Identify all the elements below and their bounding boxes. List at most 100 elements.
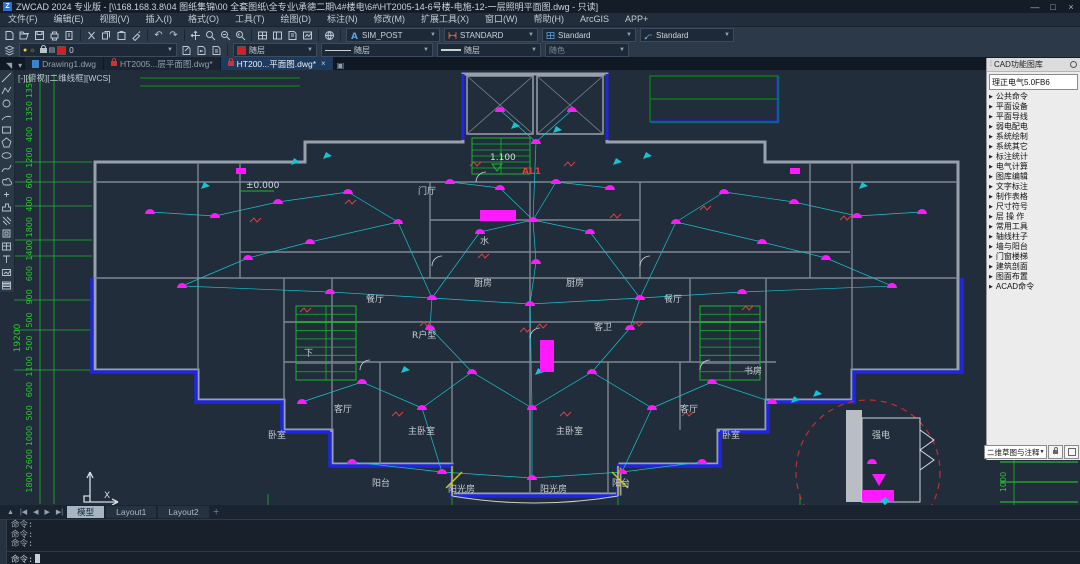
pushpin-icon[interactable] [1070, 61, 1077, 68]
menu-item[interactable]: 插入(I) [138, 13, 181, 26]
circle-icon[interactable] [0, 97, 13, 110]
menu-item[interactable]: 修改(M) [366, 13, 414, 26]
workspace-lock-button[interactable] [1048, 445, 1063, 459]
menu-item[interactable]: 绘图(D) [273, 13, 320, 26]
paste-icon[interactable] [114, 29, 129, 42]
viewport-controls[interactable]: [-][俯视][二维线框][WCS] [18, 72, 111, 84]
named-viewports-icon[interactable] [270, 29, 285, 42]
zoom-previous-icon[interactable] [233, 29, 248, 42]
undo-icon[interactable]: ↶ [151, 29, 166, 42]
add-layout-icon[interactable]: ＋ [210, 507, 223, 517]
sheet-set-icon[interactable] [285, 29, 300, 42]
layout-tab-模型[interactable]: 模型 [67, 506, 105, 518]
new-document-icon[interactable]: ▣ [334, 61, 348, 70]
mleader-style-combo[interactable]: Standard ▼ [640, 28, 734, 42]
close-tab-icon[interactable]: × [321, 59, 326, 68]
floor-plan-drawing[interactable]: ±0.000 1.100 AL1 19200 1000 X 门厅餐厅 厨房 厨房餐厅… [0, 70, 1080, 505]
menu-item[interactable]: 帮助(H) [526, 13, 573, 26]
tab-menu-icon[interactable]: ◥ [3, 61, 15, 70]
panel-item[interactable]: ▶ 图面布置 [989, 272, 1080, 282]
lineweight-combo[interactable]: 随层 ▼ [437, 43, 541, 57]
point-icon[interactable] [0, 188, 13, 201]
polygon-icon[interactable] [0, 136, 13, 149]
ellipse-icon[interactable] [0, 149, 13, 162]
panel-item[interactable]: ▶ 平面导线 [989, 112, 1080, 122]
panel-item[interactable]: ▶ 常用工具 [989, 222, 1080, 232]
panel-title-bar[interactable]: ⁞ CAD功能图库 [987, 58, 1080, 72]
panel-item[interactable]: ▶ 文字标注 [989, 182, 1080, 192]
close-button[interactable]: × [1062, 2, 1080, 12]
region-icon[interactable] [0, 227, 13, 240]
menu-item[interactable]: 文件(F) [0, 13, 46, 26]
panel-item[interactable]: ▶ 标注统计 [989, 152, 1080, 162]
layer-properties-button[interactable] [2, 44, 17, 57]
new-file-icon[interactable] [2, 29, 17, 42]
menu-item[interactable]: 扩展工具(X) [413, 13, 477, 26]
dim-style-combo[interactable]: STANDARD ▼ [444, 28, 538, 42]
menu-item[interactable]: 编辑(E) [46, 13, 92, 26]
panel-item[interactable]: ▶ 轴线柱子 [989, 232, 1080, 242]
line-icon[interactable] [0, 71, 13, 84]
minimize-button[interactable]: — [1026, 2, 1044, 12]
drawing-canvas[interactable]: [-][俯视][二维线框][WCS] ±0.000 1.100 AL1 1920… [0, 70, 1080, 505]
menu-item[interactable]: 视图(V) [92, 13, 138, 26]
panel-item[interactable]: ▶ 电气计算 [989, 162, 1080, 172]
pan-icon[interactable] [188, 29, 203, 42]
document-tab[interactable]: Drawing1.dwg [25, 57, 104, 70]
plot-icon[interactable] [47, 29, 62, 42]
viewports-icon[interactable] [255, 29, 270, 42]
spline-icon[interactable] [0, 162, 13, 175]
command-input[interactable]: 命令: [7, 551, 1080, 564]
document-tab[interactable]: HT2005...层平面图.dwg* [104, 57, 220, 70]
layer-previous-button[interactable] [194, 44, 209, 57]
redo-icon[interactable]: ↷ [166, 29, 181, 42]
cut-icon[interactable] [84, 29, 99, 42]
image-icon[interactable] [0, 266, 13, 279]
document-tab[interactable]: HT200...平面图.dwg* × [220, 57, 333, 70]
panel-item[interactable]: ▶ 公共命令 [989, 92, 1080, 102]
mtext-icon[interactable] [0, 253, 13, 266]
menu-item[interactable]: 窗口(W) [477, 13, 526, 26]
color-combo[interactable]: 随层 ▼ [233, 43, 317, 57]
panel-item[interactable]: ▶ 层 操 作 [989, 212, 1080, 222]
menu-item[interactable]: 工具(T) [227, 13, 273, 26]
plot-style-combo[interactable]: 随色 ▼ [545, 43, 629, 57]
layer-make-current-button[interactable] [179, 44, 194, 57]
prev-layout-icon[interactable]: ◀ [30, 508, 41, 516]
revcloud-icon[interactable] [0, 175, 13, 188]
next-layout-icon[interactable]: ▶ [42, 508, 53, 516]
menu-item[interactable]: 格式(O) [180, 13, 227, 26]
first-layout-icon[interactable]: |◀ [17, 508, 30, 516]
publish-icon[interactable] [300, 29, 315, 42]
block-icon[interactable] [0, 201, 13, 214]
zoom-realtime-icon[interactable] [203, 29, 218, 42]
panel-item[interactable]: ▶ 弱电配电 [989, 122, 1080, 132]
panel-item[interactable]: ▶ 制作表格 [989, 192, 1080, 202]
panel-item[interactable]: ▶ ACAD命令 [989, 282, 1080, 292]
workspace-combo[interactable]: 二维草图与注释 ▼ [984, 445, 1047, 459]
panel-item[interactable]: ▶ 系统绘制 [989, 132, 1080, 142]
preview-icon[interactable] [62, 29, 77, 42]
panel-item[interactable]: ▶ 墙与阳台 [989, 242, 1080, 252]
polyline-icon[interactable] [0, 84, 13, 97]
panel-item[interactable]: ▶ 系统其它 [989, 142, 1080, 152]
menu-item[interactable]: APP+ [617, 13, 656, 26]
layout-tab-layout2[interactable]: Layout2 [158, 506, 209, 518]
menu-item[interactable]: ArcGIS [572, 13, 617, 26]
linetype-combo[interactable]: 随层 ▼ [321, 43, 433, 57]
layer-combo[interactable]: ● ☼ ▤ 0 ▼ [19, 43, 177, 57]
gradient-icon[interactable] [0, 279, 13, 292]
copy-icon[interactable] [99, 29, 114, 42]
command-grip[interactable] [0, 520, 7, 564]
rectangle-icon[interactable] [0, 123, 13, 136]
table-icon[interactable] [0, 240, 13, 253]
globe-icon[interactable] [322, 29, 337, 42]
layer-states-button[interactable] [209, 44, 224, 57]
quickview-icon[interactable]: ▲ [4, 509, 17, 516]
tab-list-chevron-icon[interactable]: ▾ [15, 61, 25, 70]
library-select[interactable]: 理正电气5.0FB6 [989, 74, 1078, 90]
layout-tab-layout1[interactable]: Layout1 [106, 506, 157, 518]
menu-item[interactable]: 标注(N) [319, 13, 366, 26]
hatch-icon[interactable] [0, 214, 13, 227]
table-style-combo[interactable]: Standard ▼ [542, 28, 636, 42]
